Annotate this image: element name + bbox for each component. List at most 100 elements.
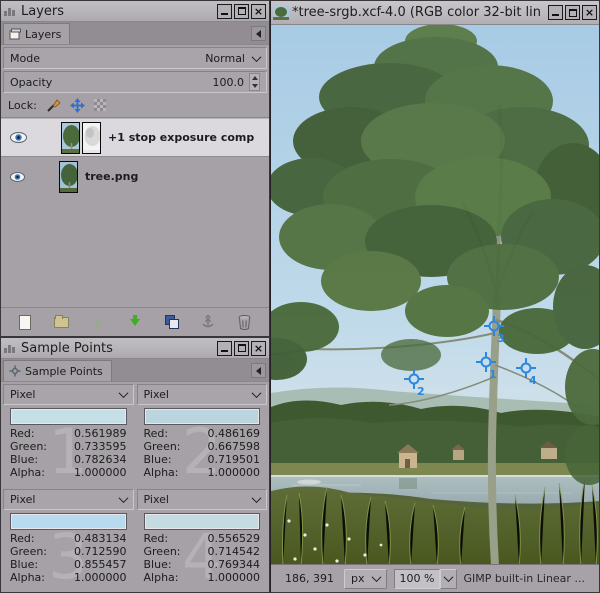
- image-canvas[interactable]: 1234: [271, 25, 599, 564]
- tab-sample-points[interactable]: Sample Points: [3, 360, 112, 381]
- delete-layer-button[interactable]: [232, 310, 258, 334]
- unit-dropdown[interactable]: px: [344, 569, 387, 589]
- layer-row-tree[interactable]: tree.png: [1, 157, 269, 196]
- image-titlebar[interactable]: *tree-srgb.xcf-4.0 (RGB color 32-bit lin…: [271, 1, 599, 25]
- layers-titlebar[interactable]: Layers ×: [1, 1, 269, 22]
- sample-points-tabbar: Sample Points: [1, 359, 269, 382]
- red-label: Red:: [10, 532, 35, 545]
- alpha-label: Alpha:: [10, 571, 45, 584]
- opacity-spinner[interactable]: [249, 73, 260, 91]
- layer-thumbnail[interactable]: [61, 122, 80, 154]
- close-button[interactable]: ×: [251, 4, 266, 19]
- sample-1-mode-dropdown[interactable]: Pixel: [3, 384, 134, 405]
- sample-4-mode-dropdown[interactable]: Pixel: [137, 489, 268, 510]
- layers-window-title: Layers: [21, 4, 215, 19]
- status-message: GIMP built-in Linear ...: [464, 572, 594, 585]
- sample-3-mode-dropdown[interactable]: Pixel: [3, 489, 134, 510]
- green-label: Green:: [10, 545, 47, 558]
- layer-mode-dropdown[interactable]: Mode Normal: [3, 47, 267, 69]
- mode-value: Normal: [205, 52, 245, 65]
- blue-label: Blue:: [144, 558, 172, 571]
- visibility-eye-icon[interactable]: [10, 132, 27, 143]
- red-label: Red:: [144, 532, 169, 545]
- mode-label: Mode: [10, 52, 205, 65]
- chevron-down-icon: [443, 572, 453, 582]
- raise-layer-button[interactable]: [85, 310, 111, 334]
- image-thumbnail-icon: [273, 6, 289, 20]
- tab-sample-points-label: Sample Points: [25, 365, 103, 378]
- sample-points-grid: Pixel 1 Red:0.561989 Green:0.733595 Blue…: [1, 382, 269, 592]
- layers-tab-icon: [9, 28, 21, 40]
- visibility-eye-icon[interactable]: [10, 172, 25, 182]
- unit-value: px: [351, 572, 365, 585]
- lock-pixels-brush-icon[interactable]: [46, 98, 61, 112]
- pointer-position: 186, 391: [285, 572, 337, 585]
- new-layer-button[interactable]: [12, 310, 38, 334]
- lock-alpha-icon[interactable]: [94, 99, 106, 111]
- sample-point-1-panel: Pixel 1 Red:0.561989 Green:0.733595 Blue…: [3, 384, 134, 485]
- svg-text:4: 4: [529, 374, 537, 387]
- blue-label: Blue:: [10, 453, 38, 466]
- sample-mode-value: Pixel: [10, 493, 112, 506]
- layer-opacity-slider[interactable]: Opacity 100.0: [3, 71, 267, 93]
- blue-value: 0.769344: [208, 558, 261, 571]
- duplicate-layer-button[interactable]: [159, 310, 185, 334]
- sample-2-mode-dropdown[interactable]: Pixel: [137, 384, 268, 405]
- red-label: Red:: [10, 427, 35, 440]
- close-button[interactable]: ×: [251, 341, 266, 356]
- image-window-title: *tree-srgb.xcf-4.0 (RGB color 32-bit lin: [292, 5, 546, 20]
- maximize-button[interactable]: [234, 341, 249, 356]
- maximize-button[interactable]: [234, 4, 249, 19]
- sample-mode-value: Pixel: [144, 388, 246, 401]
- minimize-button[interactable]: [548, 5, 563, 20]
- zoom-entry[interactable]: 100 %: [394, 569, 440, 589]
- zoom-dropdown-button[interactable]: [440, 569, 457, 589]
- alpha-label: Alpha:: [144, 466, 179, 479]
- opacity-value: 100.0: [213, 76, 245, 89]
- alpha-value: 1.000000: [208, 466, 261, 479]
- green-value: 0.667598: [208, 440, 261, 453]
- sample-mode-value: Pixel: [144, 493, 246, 506]
- layer-thumbnail[interactable]: [59, 161, 78, 193]
- red-label: Red:: [144, 427, 169, 440]
- blue-label: Blue:: [10, 558, 38, 571]
- image-statusbar: 186, 391 px 100 % GIMP built-in Linear .…: [271, 564, 599, 592]
- green-label: Green:: [10, 440, 47, 453]
- red-value: 0.556529: [208, 532, 261, 545]
- opacity-label: Opacity: [10, 76, 213, 89]
- lock-label: Lock:: [8, 99, 37, 112]
- sample-mode-value: Pixel: [10, 388, 112, 401]
- new-group-button[interactable]: [49, 310, 75, 334]
- blue-label: Blue:: [144, 453, 172, 466]
- tab-layers[interactable]: Layers: [3, 23, 70, 44]
- chevron-down-icon: [371, 572, 381, 582]
- minimize-button[interactable]: [217, 4, 232, 19]
- red-value: 0.561989: [74, 427, 127, 440]
- maximize-button[interactable]: [565, 5, 580, 20]
- dock-grip-icon: [4, 344, 17, 353]
- layer-list-empty-area: [1, 196, 269, 307]
- tab-menu-button[interactable]: [251, 26, 266, 41]
- layer-list: +1 stop exposure comp tree.png: [1, 117, 269, 307]
- green-value: 0.733595: [74, 440, 127, 453]
- green-value: 0.712590: [74, 545, 127, 558]
- sample-point-2-panel: Pixel 2 Red:0.486169 Green:0.667598 Blue…: [137, 384, 268, 485]
- sample-points-titlebar[interactable]: Sample Points ×: [1, 338, 269, 359]
- anchor-layer-button[interactable]: [195, 310, 221, 334]
- layer-name: +1 stop exposure comp: [108, 131, 254, 144]
- green-label: Green:: [144, 545, 181, 558]
- chevron-down-icon: [118, 388, 128, 398]
- layer-mask-thumbnail[interactable]: [82, 122, 101, 154]
- minimize-button[interactable]: [217, 341, 232, 356]
- chevron-down-icon: [252, 52, 262, 62]
- close-button[interactable]: ×: [582, 5, 597, 20]
- image-window: *tree-srgb.xcf-4.0 (RGB color 32-bit lin…: [270, 0, 600, 593]
- sample-point-4-panel: Pixel 4 Red:0.556529 Green:0.714542 Blue…: [137, 489, 268, 590]
- tab-menu-button[interactable]: [251, 363, 266, 378]
- lock-position-move-icon[interactable]: [70, 98, 85, 113]
- sample-point-3-panel: Pixel 3 Red:0.483134 Green:0.712590 Blue…: [3, 489, 134, 590]
- layer-row-exposure[interactable]: +1 stop exposure comp: [1, 118, 269, 157]
- svg-text:3: 3: [497, 332, 505, 345]
- dock-column: Layers × Layers Mode Normal Opacity 100.…: [0, 0, 270, 593]
- lower-layer-button[interactable]: [122, 310, 148, 334]
